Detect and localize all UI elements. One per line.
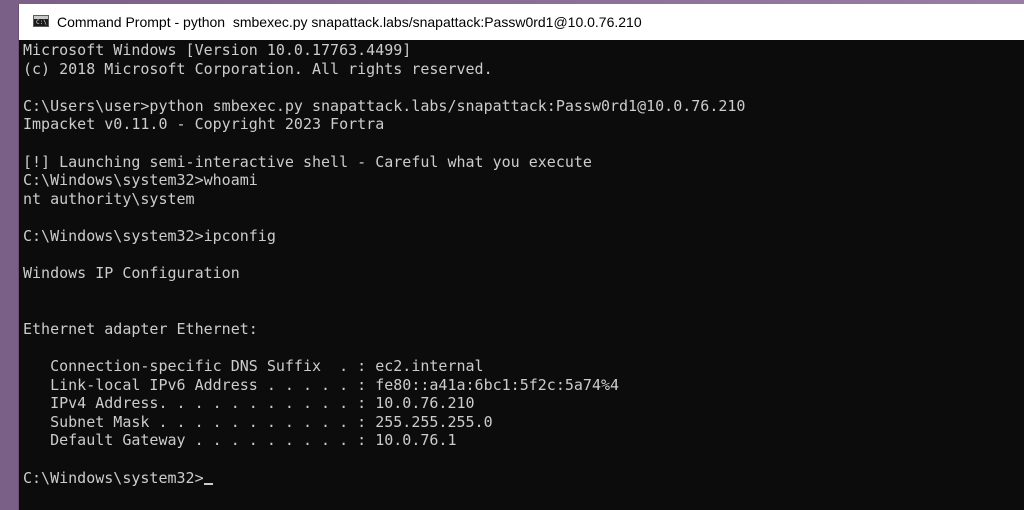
console-line: C:\Windows\system32>ipconfig [23,226,276,245]
title-bar[interactable]: C:\ Command Prompt - python smbexec.py s… [19,4,1024,40]
icon-glyph: C:\ [36,19,47,26]
window-title: Command Prompt - python smbexec.py snapa… [57,14,642,30]
console-line: Default Gateway . . . . . . . . . : 10.0… [23,431,457,450]
console-line: Windows IP Configuration [23,264,240,283]
console-line: Connection-specific DNS Suffix . : ec2.i… [23,357,484,376]
console-line: Link-local IPv6 Address . . . . . : fe80… [23,375,620,394]
command-prompt: C:\Windows\system32> [23,468,204,487]
text-cursor [203,482,213,485]
console-line: Impacket v0.11.0 - Copyright 2023 Fortra [23,115,385,134]
console-line: C:\Users\user>python smbexec.py snapatta… [23,96,746,115]
command-prompt-icon[interactable]: C:\ [33,15,49,27]
console-line: (c) 2018 Microsoft Corporation. All righ… [23,59,493,78]
console-line: Ethernet adapter Ethernet: [23,319,258,338]
console-output[interactable]: Microsoft Windows [Version 10.0.17763.44… [23,41,1013,507]
console-line: IPv4 Address. . . . . . . . . . . : 10.0… [23,394,475,413]
console-line: nt authority\system [23,189,195,208]
console-line: [!] Launching semi-interactive shell - C… [23,152,592,171]
console-line: C:\Windows\system32>whoami [23,171,258,190]
console-line: Subnet Mask . . . . . . . . . . . : 255.… [23,412,493,431]
console-line: Microsoft Windows [Version 10.0.17763.44… [23,41,412,59]
command-prompt-window[interactable]: C:\ Command Prompt - python smbexec.py s… [18,4,1024,510]
prompt-line[interactable]: C:\Windows\system32> [23,469,1013,488]
